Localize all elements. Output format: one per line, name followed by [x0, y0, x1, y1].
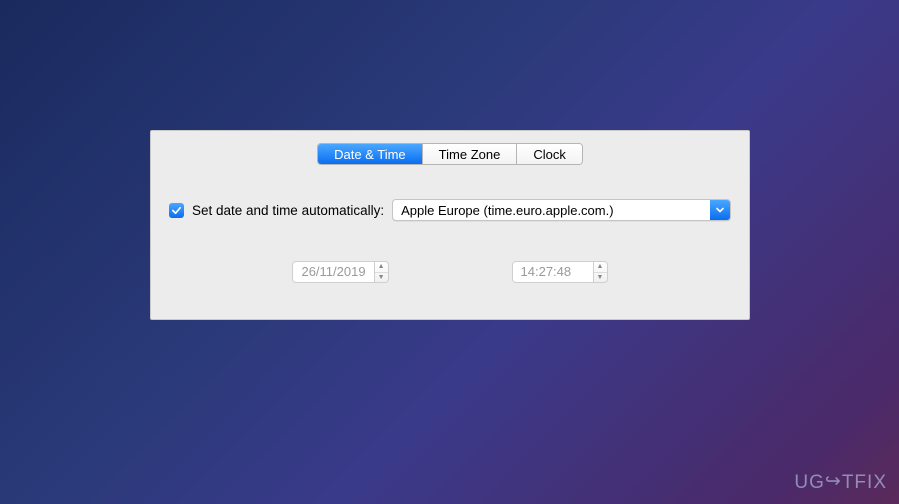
tab-clock[interactable]: Clock — [517, 144, 582, 164]
time-server-value: Apple Europe (time.euro.apple.com.) — [393, 200, 710, 220]
chevron-down-icon: ▼ — [597, 274, 604, 281]
watermark: UG↪TFIX — [794, 471, 887, 494]
tabs-container: Date & Time Time Zone Clock — [151, 143, 749, 165]
chevron-down-icon — [715, 205, 725, 215]
combo-arrow-button[interactable] — [710, 200, 730, 220]
time-stepper[interactable]: 14:27:48 ▲ ▼ — [512, 261, 608, 283]
date-stepper-buttons: ▲ ▼ — [375, 261, 389, 283]
auto-row: Set date and time automatically: Apple E… — [151, 199, 749, 221]
time-field[interactable]: 14:27:48 — [512, 261, 594, 283]
time-step-up[interactable]: ▲ — [594, 262, 607, 273]
chevron-up-icon: ▲ — [597, 263, 604, 270]
chevron-up-icon: ▲ — [378, 263, 385, 270]
date-field[interactable]: 26/11/2019 — [292, 261, 374, 283]
date-step-up[interactable]: ▲ — [375, 262, 388, 273]
chevron-down-icon: ▼ — [378, 274, 385, 281]
time-stepper-buttons: ▲ ▼ — [594, 261, 608, 283]
tab-group: Date & Time Time Zone Clock — [317, 143, 583, 165]
datetime-inputs-row: 26/11/2019 ▲ ▼ 14:27:48 ▲ ▼ — [151, 261, 749, 283]
watermark-prefix: UG — [794, 472, 825, 493]
tab-time-zone[interactable]: Time Zone — [423, 144, 518, 164]
auto-checkbox[interactable] — [169, 203, 184, 218]
watermark-arrow-icon: ↪ — [825, 470, 842, 493]
time-step-down[interactable]: ▼ — [594, 273, 607, 283]
date-stepper[interactable]: 26/11/2019 ▲ ▼ — [292, 261, 388, 283]
date-step-down[interactable]: ▼ — [375, 273, 388, 283]
date-time-preferences-panel: Date & Time Time Zone Clock Set date and… — [150, 130, 750, 320]
time-server-combo[interactable]: Apple Europe (time.euro.apple.com.) — [392, 199, 731, 221]
auto-label: Set date and time automatically: — [192, 203, 384, 218]
tab-date-time[interactable]: Date & Time — [318, 144, 423, 164]
checkmark-icon — [171, 205, 182, 216]
watermark-suffix: TFIX — [842, 472, 887, 493]
